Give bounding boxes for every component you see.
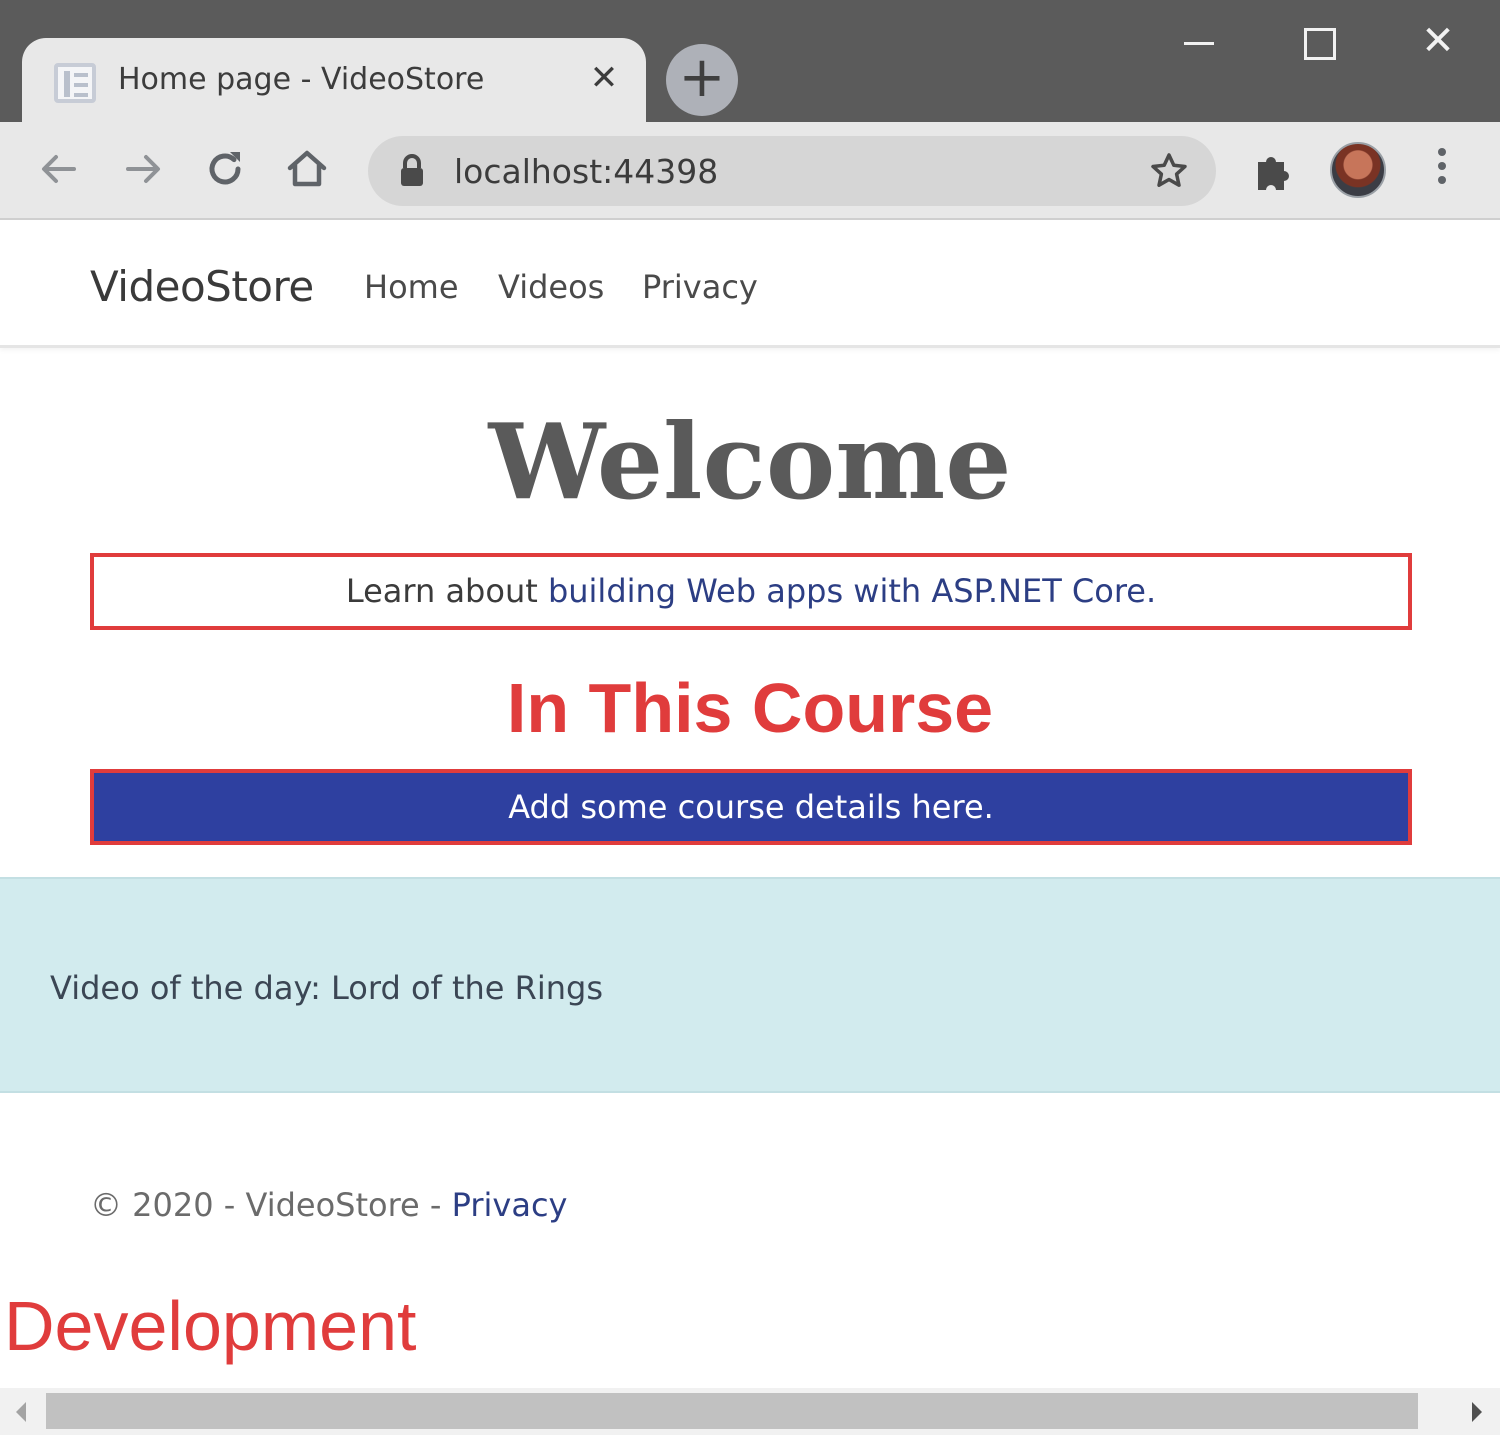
environment-label: Development bbox=[4, 1287, 417, 1365]
browser-menu-icon[interactable] bbox=[1430, 148, 1454, 194]
course-heading: In This Course bbox=[506, 669, 994, 747]
scroll-left-arrow-icon[interactable] bbox=[16, 1402, 26, 1422]
bookmark-star-icon[interactable] bbox=[1148, 150, 1190, 192]
video-of-the-day-banner: Video of the day: Lord of the Rings bbox=[0, 877, 1500, 1093]
url-text[interactable]: localhost:44398 bbox=[454, 152, 718, 191]
reload-icon[interactable] bbox=[200, 144, 250, 194]
browser-titlebar: Home page - VideoStore ✕ + ✕ bbox=[0, 0, 1500, 128]
home-icon[interactable] bbox=[282, 144, 332, 194]
brand-link[interactable]: VideoStore bbox=[90, 262, 314, 311]
window-close-button[interactable]: ✕ bbox=[1408, 18, 1468, 68]
extensions-puzzle-icon[interactable] bbox=[1252, 148, 1296, 192]
nav-link-home[interactable]: Home bbox=[364, 268, 459, 306]
learn-about-box: Learn about building Web apps with ASP.N… bbox=[90, 553, 1412, 630]
new-tab-button[interactable]: + bbox=[666, 44, 738, 116]
address-bar[interactable]: localhost:44398 bbox=[368, 136, 1216, 206]
site-navbar: VideoStore Home Videos Privacy bbox=[0, 222, 1500, 348]
tab-close-icon[interactable]: ✕ bbox=[584, 58, 624, 98]
lock-icon bbox=[394, 152, 430, 190]
forward-arrow-icon[interactable] bbox=[118, 144, 168, 194]
footer: © 2020 - VideoStore - Privacy bbox=[90, 1186, 567, 1224]
window-minimize-button[interactable] bbox=[1170, 18, 1230, 68]
learn-about-text: Learn about bbox=[345, 572, 548, 610]
browser-toolbar: localhost:44398 bbox=[0, 122, 1500, 220]
back-arrow-icon[interactable] bbox=[34, 144, 84, 194]
copyright-text: © 2020 - VideoStore - bbox=[90, 1186, 452, 1224]
footer-privacy-link[interactable]: Privacy bbox=[452, 1186, 568, 1224]
browser-tab[interactable]: Home page - VideoStore ✕ bbox=[22, 38, 646, 128]
course-details-text: Add some course details here. bbox=[508, 788, 994, 826]
course-details-box: Add some course details here. bbox=[90, 769, 1412, 845]
video-of-the-day-text: Video of the day: Lord of the Rings bbox=[50, 969, 604, 1007]
horizontal-scrollbar[interactable] bbox=[0, 1388, 1500, 1435]
page-favicon-icon bbox=[54, 63, 96, 103]
nav-link-videos[interactable]: Videos bbox=[498, 268, 604, 306]
profile-avatar[interactable] bbox=[1330, 142, 1386, 198]
page-title: Welcome bbox=[488, 400, 1012, 523]
scroll-right-arrow-icon[interactable] bbox=[1472, 1402, 1482, 1422]
scrollbar-thumb[interactable] bbox=[46, 1393, 1418, 1429]
window-maximize-button[interactable] bbox=[1290, 18, 1350, 68]
nav-link-privacy[interactable]: Privacy bbox=[642, 268, 758, 306]
aspnet-docs-link[interactable]: building Web apps with ASP.NET Core. bbox=[548, 572, 1156, 610]
tab-title: Home page - VideoStore bbox=[118, 62, 485, 97]
